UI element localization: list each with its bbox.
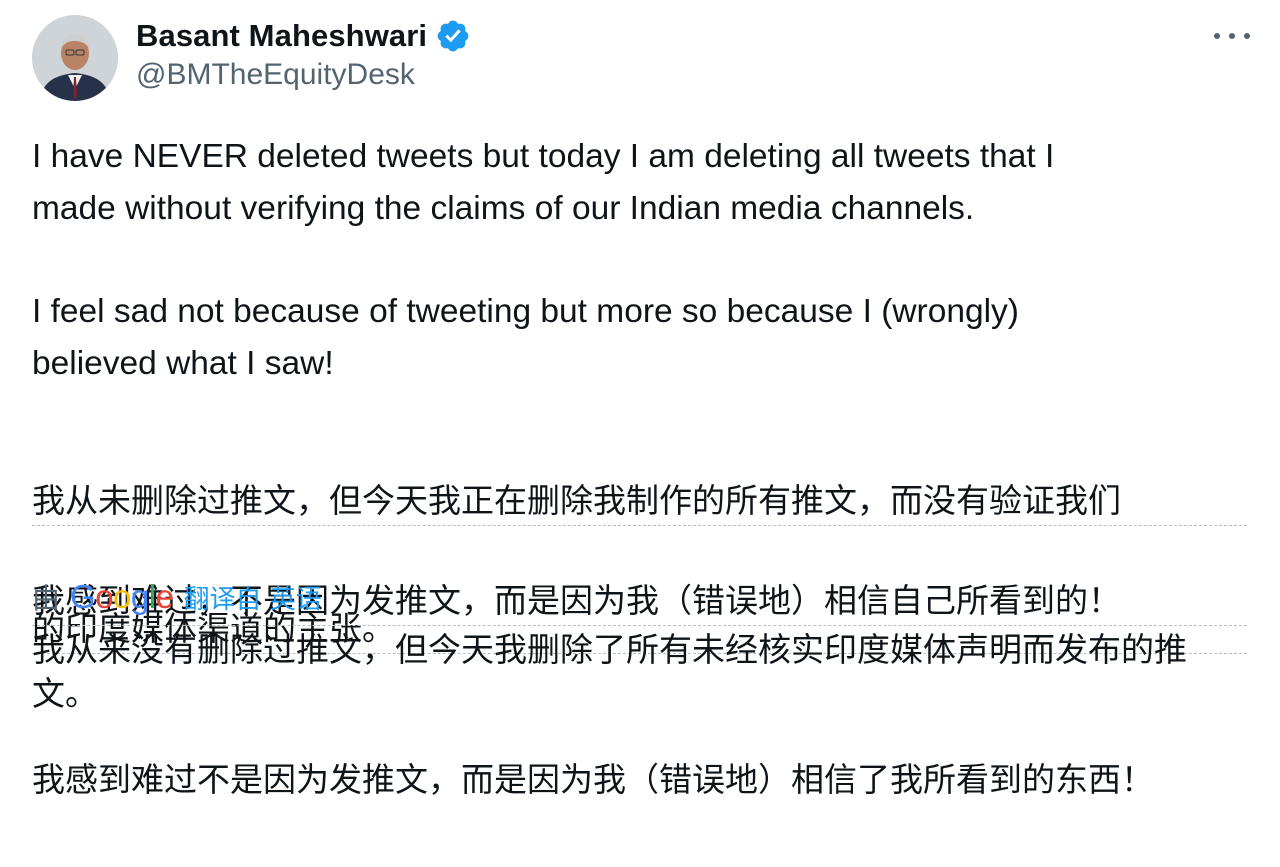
more-horizontal-icon <box>1244 33 1250 39</box>
avatar-image <box>32 15 118 101</box>
more-options-button[interactable] <box>1214 22 1250 50</box>
translated-from-link[interactable]: 翻译自 英语 <box>183 579 321 616</box>
tweet-text-paragraph-2: I feel sad not because of tweeting but m… <box>32 293 1019 382</box>
verified-badge-icon[interactable] <box>435 18 471 54</box>
author-name-row: Basant Maheshwari <box>136 14 471 58</box>
google-translation-paragraph-1: 我从来没有删除过推文，但今天我删除了所有未经核实印度媒体声明而发布的推文。 <box>32 630 1187 713</box>
tweet: Basant Maheshwari @BMTheEquityDesk I hav… <box>0 0 1280 867</box>
tweet-text-paragraph-1: I have NEVER deleted tweets but today I … <box>32 138 1055 227</box>
google-logo: Google <box>70 578 174 615</box>
author-handle[interactable]: @BMTheEquityDesk <box>136 58 415 92</box>
translation-attribution: 由 Google 翻译自 英语 <box>32 574 322 620</box>
avatar[interactable] <box>32 15 118 101</box>
more-horizontal-icon <box>1214 33 1220 39</box>
google-translation-paragraph-2: 我感到难过不是因为发推文，而是因为我（错误地）相信了我所看到的东西！ <box>32 760 1154 799</box>
more-horizontal-icon <box>1229 33 1235 39</box>
author-name[interactable]: Basant Maheshwari <box>136 18 427 54</box>
attribution-by-label: 由 <box>32 582 61 615</box>
